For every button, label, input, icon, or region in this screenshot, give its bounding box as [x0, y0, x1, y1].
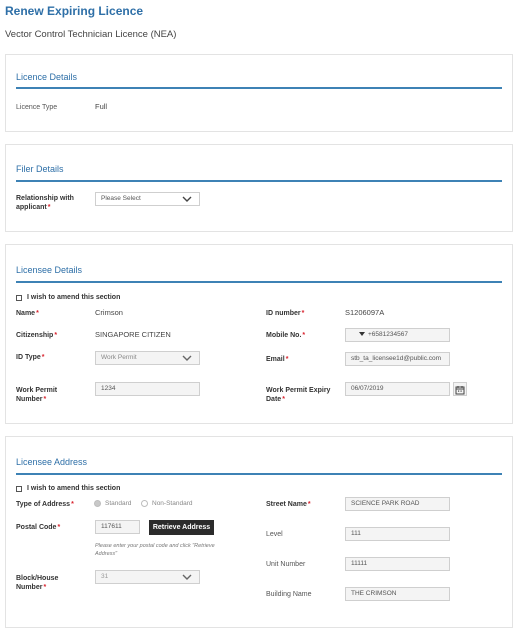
address-type-label-text: Type of Address — [16, 501, 71, 508]
required-marker: * — [71, 501, 74, 508]
chevron-down-icon — [182, 574, 192, 580]
calendar-icon — [455, 386, 465, 395]
wp-expiry-field[interactable]: 06/07/2019 — [345, 382, 450, 396]
section-divider — [16, 473, 502, 475]
licence-details-title: Licence Details — [16, 72, 78, 82]
licensee-address-card: Licensee Address I wish to amend this se… — [5, 436, 513, 628]
country-code-dropdown-icon[interactable] — [359, 332, 365, 337]
street-name-label: Street Name* — [266, 500, 311, 509]
postal-code-label: Postal Code* — [16, 523, 60, 532]
block-label-line2: Number — [16, 584, 43, 591]
amend-licensee-checkbox[interactable] — [16, 295, 22, 301]
relationship-label-line1: Relationship with — [16, 195, 74, 202]
amend-address-label: I wish to amend this section — [27, 485, 121, 492]
level-label: Level — [266, 531, 283, 538]
mobile-value: +6581234567 — [368, 331, 408, 338]
wp-number-label-line2: Number — [16, 396, 43, 403]
page-title: Renew Expiring Licence — [5, 4, 144, 18]
required-marker: * — [54, 332, 58, 339]
required-marker: * — [302, 332, 306, 339]
postal-code-label-text: Postal Code — [16, 524, 57, 531]
relationship-select-value: Please Select — [101, 195, 141, 202]
section-divider — [16, 281, 502, 283]
level-field[interactable]: 111 — [345, 527, 450, 541]
postal-code-field[interactable]: 117611 — [95, 520, 140, 534]
id-type-label-text: ID Type — [16, 354, 41, 361]
postal-code-hint-line1: Please enter your postal code and click … — [95, 543, 215, 549]
filer-details-card: Filer Details Relationship with applican… — [5, 144, 513, 232]
name-label: Name* — [16, 309, 39, 318]
address-type-label: Type of Address* — [16, 500, 74, 509]
unit-number-label: Unit Number — [266, 561, 306, 568]
licence-type-value: Full — [95, 102, 108, 111]
block-label: Block/House Number* — [16, 574, 58, 592]
citizenship-value: SINGAPORE CITIZEN — [95, 330, 171, 339]
wp-number-label: Work Permit Number* — [16, 386, 57, 404]
street-name-label-text: Street Name — [266, 501, 307, 508]
building-name-label: Building Name — [266, 591, 312, 598]
required-marker: * — [307, 501, 311, 508]
relationship-label: Relationship with applicant* — [16, 194, 74, 212]
id-type-label: ID Type* — [16, 353, 45, 362]
wp-number-label-line1: Work Permit — [16, 387, 58, 394]
section-divider — [16, 180, 502, 182]
postal-code-hint-line2: Address" — [95, 551, 118, 557]
mobile-label-text: Mobile No. — [266, 332, 302, 339]
relationship-select[interactable]: Please Select — [95, 192, 200, 206]
wp-expiry-label-line2: Date — [266, 396, 282, 403]
wp-expiry-label: Work Permit Expiry Date* — [266, 386, 330, 404]
id-number-label: ID number* — [266, 309, 304, 318]
relationship-label-line2: applicant — [16, 204, 47, 211]
required-marker: * — [43, 584, 47, 591]
wp-number-field[interactable]: 1234 — [95, 382, 200, 396]
licensee-details-title: Licensee Details — [16, 265, 83, 275]
block-select[interactable]: 31 — [95, 570, 200, 584]
id-number-value: S1206097A — [345, 308, 385, 317]
mobile-field[interactable]: +6581234567 — [345, 328, 450, 342]
required-marker: * — [301, 310, 305, 317]
required-marker: * — [47, 204, 51, 211]
required-marker: * — [282, 396, 285, 403]
wp-expiry-label-line1: Work Permit Expiry — [266, 387, 331, 394]
licence-type-label: Licence Type — [16, 104, 58, 111]
filer-details-title: Filer Details — [16, 164, 64, 174]
block-label-line1: Block/House — [16, 575, 59, 582]
licensee-address-title: Licensee Address — [16, 457, 88, 467]
licensee-details-card: Licensee Details I wish to amend this se… — [5, 244, 513, 424]
name-label-text: Name — [16, 310, 36, 317]
page-subtitle: Vector Control Technician Licence (NEA) — [5, 29, 177, 40]
licence-details-card: Licence Details Licence Type Full — [5, 54, 513, 132]
id-type-value: Work Permit — [101, 354, 137, 361]
non-standard-radio-label: Non-Standard — [152, 500, 193, 507]
standard-radio[interactable] — [94, 500, 101, 507]
postal-code-hint: Please enter your postal code and click … — [95, 542, 215, 558]
non-standard-radio[interactable] — [141, 500, 148, 507]
retrieve-address-button[interactable]: Retrieve Address — [149, 520, 214, 535]
email-label-text: Email — [266, 356, 285, 363]
amend-address-checkbox[interactable] — [16, 486, 22, 492]
chevron-down-icon — [182, 196, 192, 202]
required-marker: * — [57, 524, 61, 531]
required-marker: * — [43, 396, 47, 403]
email-label: Email* — [266, 355, 288, 364]
required-marker: * — [41, 354, 45, 361]
email-field[interactable]: stb_ta_licensee1d@public.com — [345, 352, 450, 366]
name-value: Crimson — [95, 308, 123, 317]
unit-number-field[interactable]: 11111 — [345, 557, 450, 571]
mobile-label: Mobile No.* — [266, 331, 305, 340]
section-divider — [16, 87, 502, 89]
required-marker: * — [285, 356, 289, 363]
chevron-down-icon — [182, 355, 192, 361]
building-name-field[interactable]: THE CRIMSON — [345, 587, 450, 601]
id-type-select[interactable]: Work Permit — [95, 351, 200, 365]
standard-radio-label: Standard — [105, 500, 132, 507]
street-name-field[interactable]: SCIENCE PARK ROAD — [345, 497, 450, 511]
block-value: 31 — [101, 573, 109, 580]
id-number-label-text: ID number — [266, 310, 301, 317]
citizenship-label-text: Citizenship — [16, 332, 54, 339]
amend-licensee-label: I wish to amend this section — [27, 294, 121, 301]
calendar-button[interactable] — [453, 382, 467, 396]
citizenship-label: Citizenship* — [16, 331, 57, 340]
required-marker: * — [36, 310, 39, 317]
